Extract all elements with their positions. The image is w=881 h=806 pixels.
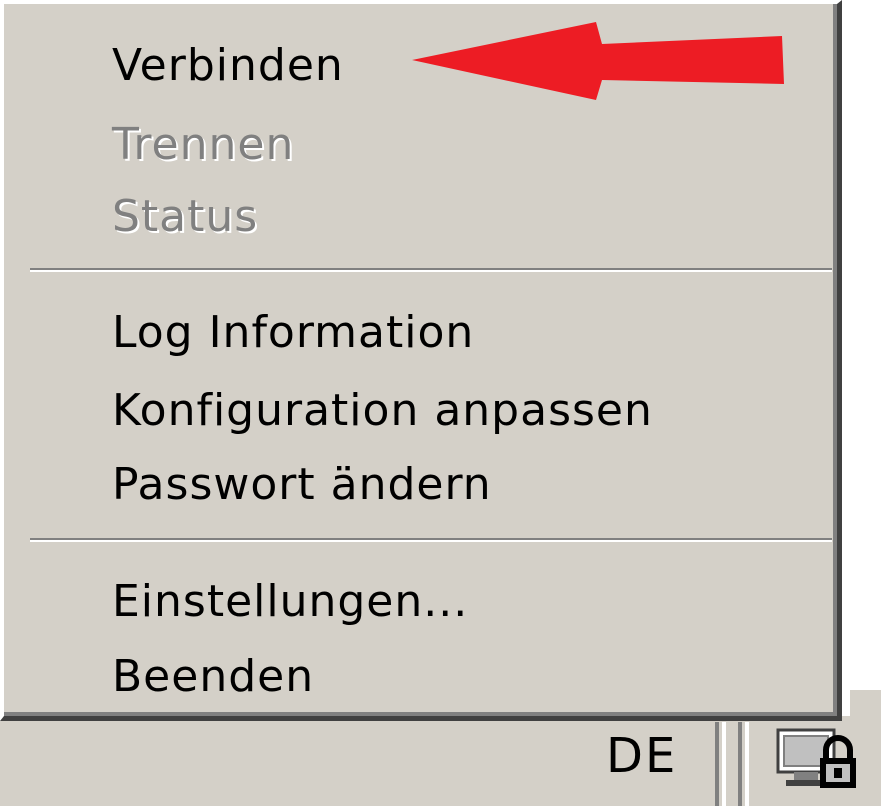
menu-item-beenden[interactable]: Beenden: [112, 647, 314, 707]
taskbar-edge-highlight: [850, 680, 881, 683]
taskbar-edge: [850, 690, 881, 716]
tray-separator: [715, 722, 719, 806]
menu-item-log-information[interactable]: Log Information: [112, 303, 474, 363]
tray-separator: [738, 722, 742, 806]
tray-separator-highlight: [745, 722, 749, 806]
menu-item-trennen: Trennen: [112, 119, 295, 170]
menu-item-verbinden[interactable]: Verbinden: [112, 36, 344, 96]
vpn-lock-icon[interactable]: [776, 728, 864, 790]
menu-item-passwort-aendern[interactable]: Passwort ändern: [112, 455, 492, 515]
menu-item-einstellungen[interactable]: Einstellungen...: [112, 572, 468, 632]
language-indicator[interactable]: DE: [606, 728, 677, 784]
tray-context-menu: Verbinden Trennen Status Log Information…: [0, 0, 842, 721]
menu-item-konfiguration-anpassen[interactable]: Konfiguration anpassen: [112, 381, 653, 441]
menu-separator: [30, 268, 832, 272]
arrow-shape: [412, 22, 784, 100]
menu-item-status: Status: [112, 191, 259, 242]
red-arrow-annotation: [412, 22, 784, 100]
menu-separator: [30, 538, 832, 542]
tray-separator-highlight: [722, 722, 726, 806]
